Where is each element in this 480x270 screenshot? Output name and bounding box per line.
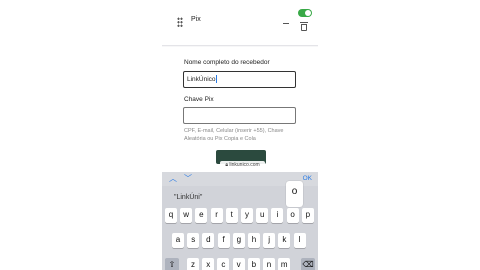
key-w[interactable]: w [180,208,193,223]
url-bar: 🔒︎ linkunico.com [220,161,265,169]
pix-key-hint: CPF, E-mail, Celular (inserir +55), Chav… [184,128,284,142]
key-d[interactable]: d [202,233,215,248]
done-button[interactable]: OK [303,175,312,182]
key-n[interactable]: n [263,258,275,270]
key-u[interactable]: u [256,208,269,223]
key-l[interactable]: l [293,233,306,248]
chevron-up-icon[interactable]: ︿ [169,175,177,183]
pix-key-input[interactable] [183,107,296,124]
key-popup: o [286,181,303,207]
recipient-name-value: LinkÚnico [187,76,216,83]
key-v[interactable]: v [232,258,245,270]
pix-form: Nome completo do recebedor LinkÚnico Cha… [162,47,318,172]
key-x[interactable]: x [202,258,215,270]
key-z[interactable]: z [187,258,199,270]
text-caret [216,75,218,84]
left-letterbox [0,0,162,270]
recipient-name-input[interactable]: LinkÚnico [183,71,296,88]
key-m[interactable]: m [278,258,291,270]
shift-icon: ⇧ [168,260,176,269]
url-text: linkunico.com [229,162,260,168]
pix-enable-toggle[interactable] [298,9,312,17]
key-b[interactable]: b [247,258,260,270]
key-j[interactable]: j [263,233,276,248]
key-k[interactable]: k [278,233,291,248]
key-c[interactable]: c [217,258,230,270]
right-letterbox [318,0,480,270]
backspace-key[interactable]: ⌫ [301,258,315,270]
suggestion-item[interactable]: "LinkÚni" [174,194,202,201]
section-title: Pix [191,16,201,23]
collapse-icon[interactable] [283,23,289,25]
chevron-down-icon[interactable]: ﹀ [184,175,192,183]
recipient-name-label: Nome completo do recebedor [184,59,270,66]
pix-section-header: Pix [162,0,318,46]
key-h[interactable]: h [248,233,260,248]
phone-screen: Pix Nome completo do recebedor LinkÚnico… [162,0,318,270]
on-screen-keyboard: "LinkÚni" o qwertyuiop asdfghjkl ⇧ ⌫ zxc… [162,181,318,270]
key-i[interactable]: i [271,208,284,223]
key-o[interactable]: o [286,208,299,223]
shift-key[interactable]: ⇧ [165,258,179,270]
key-r[interactable]: r [210,208,223,223]
key-s[interactable]: s [187,233,200,248]
key-q[interactable]: q [165,208,177,223]
key-g[interactable]: g [232,233,245,248]
drag-handle-icon[interactable] [177,17,183,27]
backspace-icon: ⌫ [302,260,314,269]
trash-icon[interactable] [300,22,308,31]
key-a[interactable]: a [172,233,184,248]
toggle-knob [305,10,311,16]
lock-icon: 🔒︎ [225,162,228,168]
pix-key-label: Chave Pix [184,96,214,103]
key-e[interactable]: e [195,208,208,223]
key-f[interactable]: f [217,233,230,248]
key-y[interactable]: y [241,208,253,223]
key-t[interactable]: t [225,208,238,223]
key-p[interactable]: p [301,208,314,223]
